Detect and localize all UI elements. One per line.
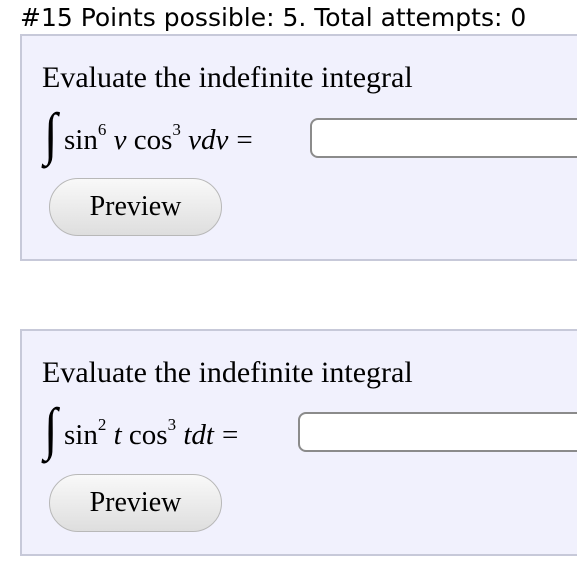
problem-prompt: Evaluate the indefinite integral — [42, 61, 413, 94]
preview-button[interactable]: Preview — [49, 178, 222, 236]
integrand-variable: t — [113, 419, 122, 451]
cos-function: cos — [133, 124, 173, 156]
sin-function: sin — [64, 419, 98, 451]
integral-sign-icon: ∫ — [44, 101, 58, 166]
sin-exponent: 6 — [97, 120, 107, 139]
cos-function: cos — [128, 419, 168, 451]
answer-input[interactable] — [310, 118, 577, 158]
problem-header: #15 Points possible: 5. Total attempts: … — [20, 3, 527, 32]
sin-function: sin — [64, 124, 98, 156]
problem-box-2: Evaluate the indefinite integral ∫ sin2 … — [20, 329, 577, 556]
integrand: sin2 t cos3 tdt = — [64, 415, 239, 453]
integrand: sin6 v cos3 vdv = — [64, 120, 253, 158]
sin-exponent: 2 — [97, 415, 107, 434]
cos-exponent: 3 — [167, 415, 177, 434]
answer-input[interactable] — [298, 412, 577, 452]
cos-exponent: 3 — [172, 120, 181, 139]
integrand-variable: v — [113, 124, 127, 156]
equals-sign: = — [236, 124, 253, 156]
problem-prompt: Evaluate the indefinite integral — [42, 356, 413, 389]
differential: tdt — [183, 419, 214, 451]
integral-sign-icon: ∫ — [44, 396, 58, 461]
equals-sign: = — [221, 419, 239, 451]
differential: vdv — [188, 124, 229, 156]
preview-button[interactable]: Preview — [49, 474, 222, 532]
problem-box-1: Evaluate the indefinite integral ∫ sin6 … — [20, 34, 577, 261]
